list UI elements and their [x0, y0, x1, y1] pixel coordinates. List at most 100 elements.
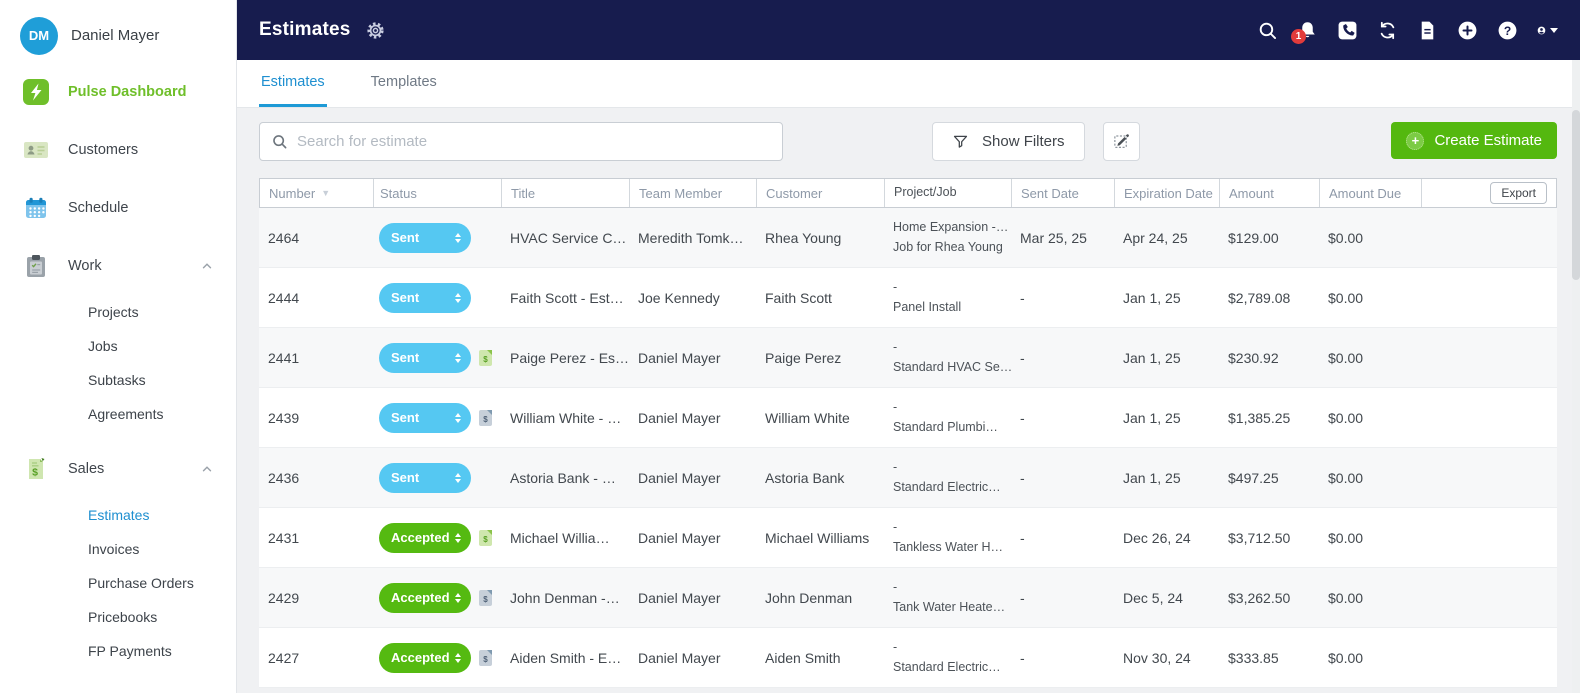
sent-date: -: [1020, 409, 1025, 426]
team-member: Daniel Mayer: [638, 469, 721, 486]
notifications-bell-icon[interactable]: 1: [1291, 20, 1318, 44]
select-arrows-icon: [455, 412, 461, 423]
sidebar-group-label: Work: [68, 258, 102, 274]
amount-due: $0.00: [1328, 469, 1364, 486]
column-header-sent-date[interactable]: Sent Date: [1012, 179, 1115, 207]
documents-icon[interactable]: [1417, 20, 1438, 41]
column-header-customer[interactable]: Customer: [757, 179, 885, 207]
avatar: DM: [20, 16, 58, 55]
column-header-amount-due[interactable]: Amount Due: [1320, 179, 1422, 207]
status-select[interactable]: Sent: [379, 462, 471, 493]
sync-icon[interactable]: [1377, 20, 1398, 41]
linked-document-icon: [479, 349, 492, 366]
table-row[interactable]: 2436 Sent Astoria Bank - … Daniel Mayer …: [259, 448, 1557, 508]
estimate-title: William White - …: [510, 409, 622, 426]
sidebar-item-fp-payments[interactable]: FP Payments: [0, 634, 236, 668]
sidebar-item-pricebooks[interactable]: Pricebooks: [0, 600, 236, 634]
amount: $230.92: [1228, 349, 1279, 366]
add-plus-icon[interactable]: [1457, 20, 1478, 41]
status-select[interactable]: Accepted: [379, 642, 471, 673]
amount: $3,262.50: [1228, 589, 1291, 606]
amount-due: $0.00: [1328, 289, 1364, 306]
user-profile[interactable]: DM Daniel Mayer: [0, 0, 236, 60]
estimate-number: 2436: [268, 469, 300, 486]
column-header-amount[interactable]: Amount: [1220, 179, 1320, 207]
account-menu-icon[interactable]: [1537, 20, 1558, 41]
amount-due: $0.00: [1328, 409, 1364, 426]
create-estimate-button[interactable]: + Create Estimate: [1391, 122, 1557, 159]
estimate-number: 2464: [268, 229, 300, 246]
status-select[interactable]: Sent: [379, 402, 471, 433]
status-cell: Sent: [373, 342, 501, 373]
create-estimate-label: Create Estimate: [1434, 132, 1542, 149]
status-cell: Accepted: [373, 522, 501, 553]
status-select[interactable]: Sent: [379, 282, 471, 313]
sidebar-item-subtasks[interactable]: Subtasks: [0, 363, 236, 397]
settings-gear-icon[interactable]: [365, 20, 386, 41]
edit-columns-button[interactable]: [1103, 122, 1140, 161]
tab-templates[interactable]: Templates: [369, 60, 439, 107]
team-member: Daniel Mayer: [638, 589, 721, 606]
expiration-date: Dec 5, 24: [1123, 589, 1183, 606]
table-row[interactable]: 2439 Sent William White - … Daniel Mayer…: [259, 388, 1557, 448]
column-header-project-job[interactable]: Project/Job: [885, 179, 1012, 207]
status-label: Accepted: [391, 530, 450, 545]
team-member: Daniel Mayer: [638, 409, 721, 426]
sent-date: Mar 25, 25: [1020, 229, 1087, 246]
phone-icon[interactable]: [1337, 20, 1358, 41]
project-job: - Standard HVAC Se…: [893, 340, 1011, 374]
sidebar-item-projects[interactable]: Projects: [0, 295, 236, 329]
sidebar-item-schedule[interactable]: Schedule: [0, 179, 236, 237]
linked-document-icon: [479, 649, 492, 666]
select-arrows-icon: [455, 232, 461, 243]
status-select[interactable]: Accepted: [379, 522, 471, 553]
status-cell: Sent: [373, 462, 501, 493]
sidebar-item-jobs[interactable]: Jobs: [0, 329, 236, 363]
amount: $497.25: [1228, 469, 1279, 486]
show-filters-button[interactable]: Show Filters: [932, 122, 1085, 161]
column-header-expiration-date[interactable]: Expiration Date: [1115, 179, 1220, 207]
sidebar-item-purchase-orders[interactable]: Purchase Orders: [0, 566, 236, 600]
team-member: Meredith Tomk…: [638, 229, 744, 246]
table-row[interactable]: 2427 Accepted Aiden Smith - E… Daniel Ma…: [259, 628, 1557, 688]
sidebar-item-customers[interactable]: Customers: [0, 121, 236, 179]
status-select[interactable]: Accepted: [379, 582, 471, 613]
amount: $333.85: [1228, 649, 1279, 666]
status-select[interactable]: Sent: [379, 222, 471, 253]
sidebar-item-pulse-dashboard[interactable]: Pulse Dashboard: [0, 63, 236, 121]
search-icon[interactable]: [1257, 20, 1278, 41]
sidebar-item-estimates[interactable]: Estimates: [0, 498, 236, 532]
table-row[interactable]: 2441 Sent Paige Perez - Es… Daniel Mayer…: [259, 328, 1557, 388]
scrollbar-thumb[interactable]: [1572, 110, 1580, 280]
column-header-status[interactable]: Status: [374, 179, 502, 207]
table-row[interactable]: 2464 Sent HVAC Service C… Meredith Tomk……: [259, 208, 1557, 268]
status-cell: Accepted: [373, 642, 501, 673]
project-job: - Panel Install: [893, 280, 962, 314]
sidebar-item-agreements[interactable]: Agreements: [0, 397, 236, 431]
table-row[interactable]: 2431 Accepted Michael Willia… Daniel May…: [259, 508, 1557, 568]
sidebar-group-sales[interactable]: $ Sales: [0, 440, 236, 498]
tab-estimates[interactable]: Estimates: [259, 60, 327, 107]
amount-due: $0.00: [1328, 349, 1364, 366]
column-header-team-member[interactable]: Team Member: [630, 179, 757, 207]
vertical-scrollbar[interactable]: [1572, 60, 1580, 693]
help-icon[interactable]: ?: [1497, 20, 1518, 41]
column-header-number[interactable]: Number ▼: [260, 179, 374, 207]
sidebar-group-work[interactable]: Work: [0, 237, 236, 295]
team-member: Daniel Mayer: [638, 349, 721, 366]
table-row[interactable]: 2444 Sent Faith Scott - Est… Joe Kennedy…: [259, 268, 1557, 328]
column-header-title[interactable]: Title: [502, 179, 630, 207]
table-row[interactable]: 2429 Accepted John Denman -… Daniel Maye…: [259, 568, 1557, 628]
status-select[interactable]: Sent: [379, 342, 471, 373]
customer: Faith Scott: [765, 289, 832, 306]
team-member: Daniel Mayer: [638, 649, 721, 666]
search-input[interactable]: [297, 133, 771, 150]
sidebar-item-invoices[interactable]: Invoices: [0, 532, 236, 566]
project-job: - Standard Electric…: [893, 460, 1001, 494]
status-cell: Sent: [373, 402, 501, 433]
export-button[interactable]: Export: [1490, 182, 1547, 204]
status-label: Accepted: [391, 590, 450, 605]
main-area: Estimates 1 ? Estimates Templates Search…: [237, 0, 1580, 693]
customer: Astoria Bank: [765, 469, 845, 486]
search-icon: [273, 135, 287, 149]
